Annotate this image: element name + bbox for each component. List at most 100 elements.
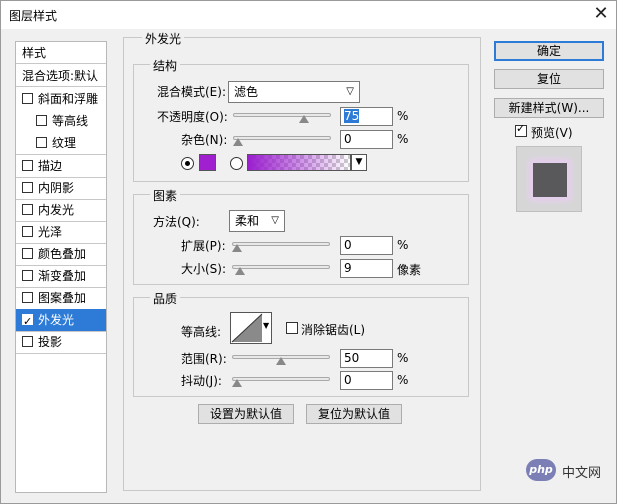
sidebar-item-satin[interactable]: 光泽: [16, 221, 106, 243]
opacity-unit: %: [397, 109, 409, 123]
gradient-overlay-checkbox[interactable]: [22, 270, 33, 281]
layer-style-dialog: 图层样式 ✕ 样式 混合选项:默认 斜面和浮雕 等高线 纹理 描边 内阴影 内发…: [0, 0, 617, 504]
sidebar-item-outer-glow[interactable]: 外发光: [16, 309, 106, 331]
antialias-label[interactable]: 消除锯齿(L): [301, 321, 365, 338]
ok-button[interactable]: 确定: [494, 41, 604, 61]
inner-shadow-checkbox[interactable]: [22, 182, 33, 193]
size-unit: 像素: [397, 263, 422, 277]
noise-input[interactable]: 0: [340, 130, 393, 149]
sidebar-item-stroke[interactable]: 描边: [16, 155, 106, 177]
sidebar-item-label: 颜色叠加: [38, 247, 87, 261]
contour-curve-icon[interactable]: ▼: [230, 312, 272, 344]
size-input[interactable]: 9: [340, 259, 393, 278]
new-style-button[interactable]: 新建样式(W)...: [494, 98, 604, 118]
elements-group: 图素 方法(Q): 柔和 ▽ 扩展(P): 0 % 大小(S): 9 像素: [133, 187, 469, 285]
sidebar-item-label: 描边: [38, 159, 63, 173]
reset-default-button[interactable]: 复位为默认值: [306, 404, 402, 424]
range-input[interactable]: 50: [340, 349, 393, 368]
elements-legend: 图素: [150, 187, 181, 204]
preview-checkbox[interactable]: [515, 122, 527, 137]
close-icon[interactable]: ✕: [587, 3, 615, 27]
sidebar-item-texture[interactable]: 纹理: [16, 132, 106, 154]
chevron-down-icon[interactable]: ▼: [263, 321, 269, 330]
spread-slider[interactable]: [232, 242, 330, 246]
sidebar-item-label: 投影: [38, 335, 63, 349]
sidebar-item-color-overlay[interactable]: 颜色叠加: [16, 243, 106, 265]
noise-slider[interactable]: [233, 136, 331, 140]
slider-thumb-icon[interactable]: [232, 244, 242, 252]
reset-button[interactable]: 复位: [494, 69, 604, 89]
contour-label: 等高线:: [181, 325, 222, 339]
range-label: 范围(R):: [181, 352, 227, 366]
antialias-checkbox[interactable]: [286, 322, 298, 334]
watermark-text: 中文网: [562, 466, 602, 481]
opacity-slider[interactable]: [233, 113, 331, 117]
sidebar-item-bevel-emboss[interactable]: 斜面和浮雕: [16, 88, 106, 110]
sidebar-item-label: 光泽: [38, 225, 63, 239]
style-list: 样式 混合选项:默认 斜面和浮雕 等高线 纹理 描边 内阴影 内发光 光泽 颜色…: [15, 41, 107, 493]
sidebar-item-label: 图案叠加: [38, 291, 87, 305]
size-label: 大小(S):: [181, 262, 227, 276]
size-slider[interactable]: [232, 265, 330, 269]
set-default-button[interactable]: 设置为默认值: [198, 404, 294, 424]
sidebar-item-contour[interactable]: 等高线: [16, 110, 106, 132]
opacity-input[interactable]: 75: [340, 107, 393, 126]
sidebar-item-label: 纹理: [52, 136, 77, 150]
method-select[interactable]: 柔和 ▽: [229, 210, 285, 232]
solid-color-radio[interactable]: [181, 157, 194, 170]
sidebar-item-drop-shadow[interactable]: 投影: [16, 331, 106, 353]
gradient-radio[interactable]: [230, 157, 243, 170]
quality-legend: 品质: [150, 290, 181, 307]
sidebar-item-inner-shadow[interactable]: 内阴影: [16, 177, 106, 199]
jitter-slider[interactable]: [232, 377, 330, 381]
preview-thumbnail: [533, 163, 567, 197]
php-logo: php: [526, 459, 556, 481]
bevel-emboss-checkbox[interactable]: [22, 93, 33, 104]
gradient-swatch[interactable]: [247, 154, 351, 171]
inner-glow-checkbox[interactable]: [22, 204, 33, 215]
slider-thumb-icon[interactable]: [232, 379, 242, 387]
blend-mode-select[interactable]: 滤色 ▽: [228, 81, 360, 103]
chevron-down-icon: ▽: [346, 86, 354, 97]
outer-glow-checkbox[interactable]: [22, 311, 33, 331]
sidebar-item-label: 外发光: [38, 313, 75, 327]
slider-thumb-icon[interactable]: [235, 267, 246, 275]
drop-shadow-checkbox[interactable]: [22, 336, 33, 347]
stroke-checkbox[interactable]: [22, 160, 33, 171]
quality-group: 品质 等高线: ▼ 消除锯齿(L) 范围(R): 50 % 抖动(J): 0 %: [133, 290, 469, 397]
satin-checkbox[interactable]: [22, 226, 33, 237]
noise-unit: %: [397, 132, 409, 146]
style-list-header[interactable]: 样式: [16, 42, 106, 64]
spread-input[interactable]: 0: [340, 236, 393, 255]
contour-checkbox[interactable]: [36, 115, 47, 126]
slider-thumb-icon[interactable]: [276, 357, 286, 365]
sidebar-item-label: 内发光: [38, 203, 75, 217]
blend-mode-label: 混合模式(E):: [157, 85, 226, 99]
sidebar-item-label: 斜面和浮雕: [38, 92, 99, 106]
title-bar: 图层样式 ✕: [1, 1, 616, 29]
outer-glow-panel: 外发光 结构 混合模式(E): 滤色 ▽ 不透明度(O): 75 % 杂色(N)…: [123, 30, 481, 491]
blend-options-item[interactable]: 混合选项:默认: [16, 65, 106, 87]
method-label: 方法(Q):: [153, 215, 200, 229]
sidebar-item-inner-glow[interactable]: 内发光: [16, 199, 106, 221]
jitter-input[interactable]: 0: [340, 371, 393, 390]
slider-thumb-icon[interactable]: [299, 115, 309, 123]
slider-thumb-icon[interactable]: [233, 138, 243, 146]
solid-color-swatch[interactable]: [199, 154, 216, 171]
panel-title: 外发光: [142, 30, 185, 47]
sidebar-item-gradient-overlay[interactable]: 渐变叠加: [16, 265, 106, 287]
sidebar-item-label: 渐变叠加: [38, 269, 87, 283]
spread-label: 扩展(P):: [181, 239, 226, 253]
spread-unit: %: [397, 238, 409, 252]
preview-label[interactable]: 预览(V): [531, 124, 573, 141]
pattern-overlay-checkbox[interactable]: [22, 292, 33, 303]
sidebar-item-label: 等高线: [52, 114, 89, 128]
jitter-label: 抖动(J):: [181, 374, 222, 388]
structure-legend: 结构: [150, 57, 181, 74]
color-overlay-checkbox[interactable]: [22, 248, 33, 259]
structure-group: 结构 混合模式(E): 滤色 ▽ 不透明度(O): 75 % 杂色(N): 0 …: [133, 57, 469, 182]
chevron-down-icon[interactable]: ▼: [351, 154, 367, 171]
opacity-label: 不透明度(O):: [157, 110, 228, 124]
sidebar-item-pattern-overlay[interactable]: 图案叠加: [16, 287, 106, 309]
texture-checkbox[interactable]: [36, 137, 47, 148]
